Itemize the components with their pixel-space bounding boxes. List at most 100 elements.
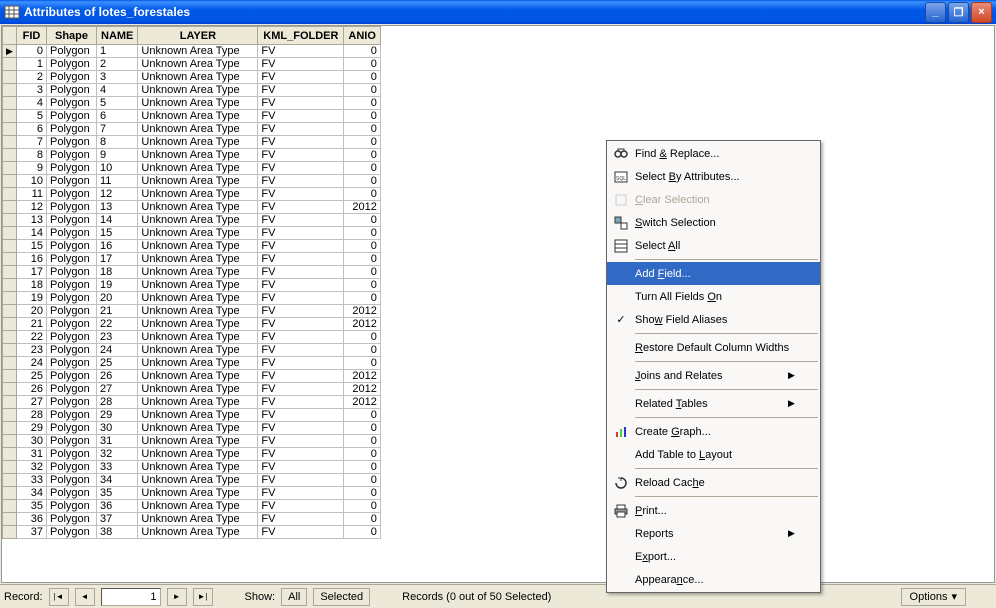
- cell-layer[interactable]: Unknown Area Type: [138, 344, 258, 357]
- cell-shape[interactable]: Polygon: [47, 526, 97, 539]
- cell-anio[interactable]: 0: [344, 214, 381, 227]
- cell-layer[interactable]: Unknown Area Type: [138, 175, 258, 188]
- col-anio[interactable]: ANIO: [344, 27, 381, 45]
- cell-fid[interactable]: 26: [17, 383, 47, 396]
- cell-shape[interactable]: Polygon: [47, 487, 97, 500]
- cell-name[interactable]: 28: [97, 396, 138, 409]
- cell-shape[interactable]: Polygon: [47, 84, 97, 97]
- menu-add-field[interactable]: Add Field...: [607, 262, 820, 285]
- cell-kml-folder[interactable]: FV: [258, 162, 344, 175]
- cell-shape[interactable]: Polygon: [47, 500, 97, 513]
- cell-anio[interactable]: 0: [344, 227, 381, 240]
- cell-fid[interactable]: 21: [17, 318, 47, 331]
- cell-layer[interactable]: Unknown Area Type: [138, 149, 258, 162]
- cell-anio[interactable]: 0: [344, 136, 381, 149]
- cell-fid[interactable]: 9: [17, 162, 47, 175]
- cell-layer[interactable]: Unknown Area Type: [138, 84, 258, 97]
- table-row[interactable]: 11 Polygon 12 Unknown Area Type FV 0: [3, 188, 381, 201]
- table-row[interactable]: 34 Polygon 35 Unknown Area Type FV 0: [3, 487, 381, 500]
- cell-kml-folder[interactable]: FV: [258, 370, 344, 383]
- cell-anio[interactable]: 0: [344, 435, 381, 448]
- cell-fid[interactable]: 34: [17, 487, 47, 500]
- cell-layer[interactable]: Unknown Area Type: [138, 214, 258, 227]
- menu-select-by-attributes[interactable]: SQL Select By Attributes...: [607, 165, 820, 188]
- table-row[interactable]: 25 Polygon 26 Unknown Area Type FV 2012: [3, 370, 381, 383]
- cell-anio[interactable]: 0: [344, 253, 381, 266]
- cell-fid[interactable]: 31: [17, 448, 47, 461]
- row-header[interactable]: ▶: [3, 45, 17, 58]
- cell-layer[interactable]: Unknown Area Type: [138, 487, 258, 500]
- menu-select-all[interactable]: Select All: [607, 234, 820, 257]
- row-header[interactable]: [3, 344, 17, 357]
- table-row[interactable]: 8 Polygon 9 Unknown Area Type FV 0: [3, 149, 381, 162]
- cell-name[interactable]: 16: [97, 240, 138, 253]
- cell-layer[interactable]: Unknown Area Type: [138, 318, 258, 331]
- next-record-button[interactable]: ►: [167, 588, 187, 606]
- cell-anio[interactable]: 2012: [344, 383, 381, 396]
- cell-kml-folder[interactable]: FV: [258, 461, 344, 474]
- row-header[interactable]: [3, 318, 17, 331]
- cell-fid[interactable]: 27: [17, 396, 47, 409]
- table-row[interactable]: 17 Polygon 18 Unknown Area Type FV 0: [3, 266, 381, 279]
- cell-fid[interactable]: 7: [17, 136, 47, 149]
- record-number-input[interactable]: [101, 588, 161, 606]
- cell-shape[interactable]: Polygon: [47, 201, 97, 214]
- cell-shape[interactable]: Polygon: [47, 513, 97, 526]
- cell-name[interactable]: 38: [97, 526, 138, 539]
- menu-joins-relates[interactable]: Joins and Relates ▶: [607, 364, 820, 387]
- row-header[interactable]: [3, 383, 17, 396]
- menu-restore-column-widths[interactable]: Restore Default Column Widths: [607, 336, 820, 359]
- cell-kml-folder[interactable]: FV: [258, 253, 344, 266]
- cell-name[interactable]: 32: [97, 448, 138, 461]
- row-header[interactable]: [3, 461, 17, 474]
- cell-kml-folder[interactable]: FV: [258, 175, 344, 188]
- cell-anio[interactable]: 0: [344, 188, 381, 201]
- cell-fid[interactable]: 0: [17, 45, 47, 58]
- cell-shape[interactable]: Polygon: [47, 292, 97, 305]
- table-row[interactable]: 6 Polygon 7 Unknown Area Type FV 0: [3, 123, 381, 136]
- table-row[interactable]: 36 Polygon 37 Unknown Area Type FV 0: [3, 513, 381, 526]
- cell-kml-folder[interactable]: FV: [258, 292, 344, 305]
- cell-shape[interactable]: Polygon: [47, 162, 97, 175]
- row-header[interactable]: [3, 396, 17, 409]
- cell-fid[interactable]: 22: [17, 331, 47, 344]
- cell-name[interactable]: 37: [97, 513, 138, 526]
- show-selected-button[interactable]: Selected: [313, 588, 370, 606]
- menu-print[interactable]: Print...: [607, 499, 820, 522]
- cell-kml-folder[interactable]: FV: [258, 318, 344, 331]
- cell-kml-folder[interactable]: FV: [258, 448, 344, 461]
- col-layer[interactable]: LAYER: [138, 27, 258, 45]
- cell-shape[interactable]: Polygon: [47, 149, 97, 162]
- cell-kml-folder[interactable]: FV: [258, 58, 344, 71]
- menu-create-graph[interactable]: Create Graph...: [607, 420, 820, 443]
- cell-fid[interactable]: 19: [17, 292, 47, 305]
- cell-layer[interactable]: Unknown Area Type: [138, 513, 258, 526]
- menu-reload-cache[interactable]: Reload Cache: [607, 471, 820, 494]
- table-row[interactable]: 1 Polygon 2 Unknown Area Type FV 0: [3, 58, 381, 71]
- menu-switch-selection[interactable]: Switch Selection: [607, 211, 820, 234]
- cell-layer[interactable]: Unknown Area Type: [138, 500, 258, 513]
- cell-anio[interactable]: 0: [344, 513, 381, 526]
- cell-anio[interactable]: 0: [344, 487, 381, 500]
- col-shape[interactable]: Shape: [47, 27, 97, 45]
- table-row[interactable]: 4 Polygon 5 Unknown Area Type FV 0: [3, 97, 381, 110]
- cell-fid[interactable]: 6: [17, 123, 47, 136]
- row-header[interactable]: [3, 422, 17, 435]
- cell-layer[interactable]: Unknown Area Type: [138, 461, 258, 474]
- cell-layer[interactable]: Unknown Area Type: [138, 396, 258, 409]
- cell-fid[interactable]: 2: [17, 71, 47, 84]
- show-all-button[interactable]: All: [281, 588, 307, 606]
- cell-kml-folder[interactable]: FV: [258, 188, 344, 201]
- cell-kml-folder[interactable]: FV: [258, 474, 344, 487]
- menu-reports[interactable]: Reports ▶: [607, 522, 820, 545]
- row-header[interactable]: [3, 370, 17, 383]
- cell-shape[interactable]: Polygon: [47, 97, 97, 110]
- cell-fid[interactable]: 5: [17, 110, 47, 123]
- row-header[interactable]: [3, 201, 17, 214]
- last-record-button[interactable]: ►|: [193, 588, 213, 606]
- cell-fid[interactable]: 18: [17, 279, 47, 292]
- cell-shape[interactable]: Polygon: [47, 240, 97, 253]
- cell-name[interactable]: 30: [97, 422, 138, 435]
- cell-shape[interactable]: Polygon: [47, 383, 97, 396]
- cell-kml-folder[interactable]: FV: [258, 344, 344, 357]
